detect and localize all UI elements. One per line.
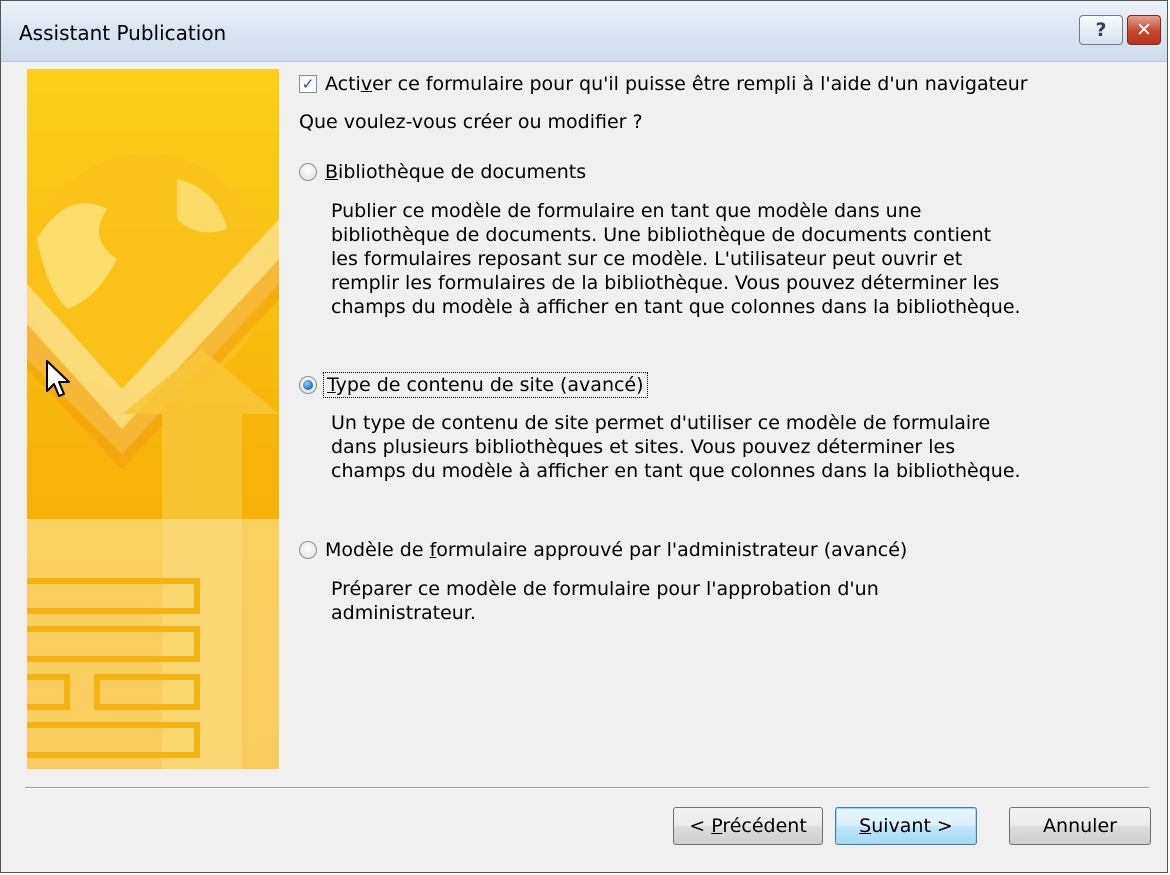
create-prompt: Que voulez-vous créer ou modifier ?	[299, 111, 643, 133]
globe-arrow-form-illustration	[27, 154, 279, 769]
option-admin-approved[interactable]: Modèle de formulaire approuvé par l'admi…	[299, 539, 907, 561]
option-label: Modèle de formulaire approuvé par l'admi…	[325, 539, 908, 561]
wizard-banner-image	[27, 69, 279, 769]
option-description: Préparer ce modèle de formulaire pour l'…	[331, 578, 879, 624]
wizard-dialog: Assistant Publication ? ✕ ✓ Activer ce f…	[0, 0, 1168, 873]
divider	[25, 787, 1149, 789]
option-document-library[interactable]: Bibliothèque de documents	[299, 161, 586, 183]
option-label: Bibliothèque de documents	[325, 161, 587, 183]
radio-document-library[interactable]	[299, 163, 317, 181]
option-description: Un type de contenu de site permet d'util…	[331, 412, 1021, 482]
title-bar: Assistant Publication ? ✕	[1, 1, 1167, 62]
mouse-pointer-icon	[46, 360, 70, 397]
next-button[interactable]: Suivant >	[835, 807, 977, 845]
back-button[interactable]: < Précédent	[673, 807, 823, 845]
option-site-content-type[interactable]: Type de contenu de site (avancé)	[299, 372, 648, 398]
option-description: Publier ce modèle de formulaire en tant …	[331, 200, 1021, 318]
window-title: Assistant Publication	[19, 21, 227, 45]
enable-browser-checkbox[interactable]: ✓	[299, 75, 317, 93]
close-icon: ✕	[1136, 19, 1152, 41]
checkmark-icon: ✓	[301, 74, 315, 93]
option-label: Type de contenu de site (avancé)	[323, 372, 648, 398]
enable-browser-label: Activer ce formulaire pour qu'il puisse …	[325, 73, 1028, 95]
help-button[interactable]: ?	[1079, 15, 1123, 45]
enable-browser-checkbox-row[interactable]: ✓ Activer ce formulaire pour qu'il puiss…	[299, 73, 1028, 95]
radio-site-content-type[interactable]	[299, 376, 317, 394]
help-icon: ?	[1095, 19, 1107, 41]
radio-admin-approved[interactable]	[299, 541, 317, 559]
close-button[interactable]: ✕	[1127, 15, 1161, 45]
cancel-button[interactable]: Annuler	[1009, 807, 1151, 845]
